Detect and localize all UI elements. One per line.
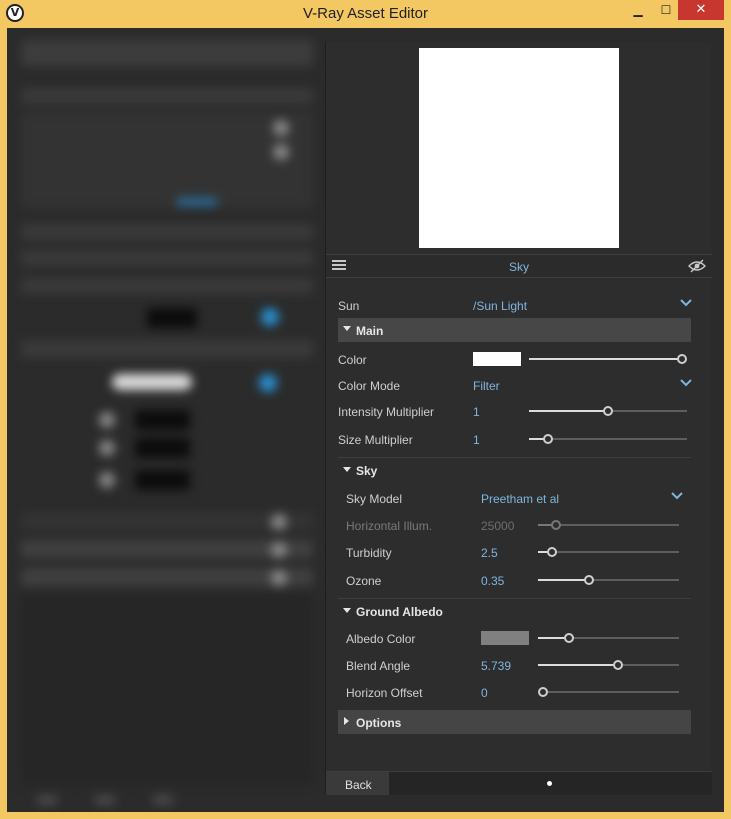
horizontal-illum-label: Horizontal Illum.: [346, 519, 433, 533]
horizon-offset-label: Horizon Offset: [346, 686, 423, 700]
blend-angle-value[interactable]: 5.739: [481, 659, 511, 673]
turbidity-value[interactable]: 2.5: [481, 546, 498, 560]
triangle-right-icon: [344, 717, 349, 725]
turbidity-slider[interactable]: [538, 547, 679, 557]
sky-model-row[interactable]: Sky Model Preetham et al: [346, 488, 696, 508]
slider-knob[interactable]: [538, 687, 548, 697]
section-ground-albedo-title: Ground Albedo: [356, 605, 443, 619]
horizontal-illum-slider: [538, 520, 679, 530]
sky-model-label: Sky Model: [346, 492, 403, 506]
back-button[interactable]: Back: [326, 772, 389, 795]
minimize-button[interactable]: ▁: [627, 0, 649, 20]
panel-title: Sky: [508, 260, 529, 274]
close-button[interactable]: ✕: [678, 0, 724, 20]
color-row: Color: [338, 349, 698, 369]
color-label: Color: [338, 353, 367, 367]
section-ground-albedo[interactable]: Ground Albedo: [338, 598, 691, 620]
slider-knob[interactable]: [583, 575, 594, 585]
color-slider[interactable]: [529, 354, 687, 364]
albedo-color-slider[interactable]: [538, 633, 679, 643]
ozone-label: Ozone: [346, 574, 382, 588]
intensity-slider[interactable]: [529, 406, 687, 416]
panel-header: Sky: [326, 254, 712, 278]
size-slider[interactable]: [529, 434, 687, 444]
horizon-offset-slider[interactable]: [538, 687, 679, 697]
intensity-value[interactable]: 1: [473, 405, 480, 419]
ozone-value[interactable]: 0.35: [481, 574, 504, 588]
slider-knob[interactable]: [564, 633, 575, 643]
section-main[interactable]: Main: [338, 318, 691, 342]
ozone-row: Ozone 0.35: [346, 570, 696, 590]
material-preview: [419, 48, 619, 248]
blurred-asset-list: [7, 28, 325, 812]
panel-footer: Back: [326, 771, 712, 795]
chevron-down-icon[interactable]: [679, 376, 693, 390]
albedo-color-row: Albedo Color: [346, 628, 696, 648]
albedo-color-swatch[interactable]: [481, 631, 529, 645]
color-swatch[interactable]: [473, 352, 521, 366]
section-sky[interactable]: Sky: [338, 457, 691, 479]
slider-knob[interactable]: [547, 547, 558, 557]
horizon-offset-value[interactable]: 0: [481, 686, 488, 700]
eye-hidden-icon[interactable]: [688, 259, 706, 273]
intensity-row: Intensity Multiplier 1: [338, 401, 698, 421]
sun-value[interactable]: /Sun Light: [473, 299, 527, 313]
section-options[interactable]: Options: [338, 710, 691, 734]
section-sky-title: Sky: [356, 464, 378, 478]
window-title: V-Ray Asset Editor: [302, 5, 429, 22]
blend-angle-row: Blend Angle 5.739: [346, 655, 696, 675]
size-value[interactable]: 1: [473, 433, 480, 447]
slider-knob[interactable]: [613, 660, 624, 670]
blend-angle-label: Blend Angle: [346, 659, 411, 673]
triangle-down-icon: [343, 467, 351, 472]
section-options-title: Options: [356, 716, 402, 730]
sky-model-value[interactable]: Preetham et al: [481, 492, 559, 506]
color-mode-value[interactable]: Filter: [473, 379, 500, 393]
chevron-down-icon[interactable]: [679, 296, 693, 310]
slider-knob[interactable]: [542, 434, 553, 444]
size-row: Size Multiplier 1: [338, 429, 698, 449]
intensity-label: Intensity Multiplier: [338, 405, 435, 419]
blend-angle-slider[interactable]: [538, 660, 679, 670]
sun-row[interactable]: Sun /Sun Light: [338, 295, 698, 315]
title-bar: V V-Ray Asset Editor ▁ ☐ ✕: [0, 0, 731, 28]
color-mode-row[interactable]: Color Mode Filter: [338, 375, 698, 395]
slider-knob[interactable]: [603, 406, 613, 416]
page-indicator-dot: [547, 781, 552, 786]
turbidity-label: Turbidity: [346, 546, 392, 560]
size-label: Size Multiplier: [338, 433, 413, 447]
turbidity-row: Turbidity 2.5: [346, 542, 696, 562]
albedo-color-label: Albedo Color: [346, 632, 416, 646]
properties-panel: Sky Sun /Sun Light Main Color Color Mode: [325, 42, 712, 795]
slider-knob[interactable]: [677, 354, 687, 364]
triangle-down-icon: [343, 326, 351, 331]
color-mode-label: Color Mode: [338, 379, 401, 393]
triangle-down-icon: [343, 608, 351, 613]
maximize-button[interactable]: ☐: [655, 0, 677, 20]
window-client-area: Sky Sun /Sun Light Main Color Color Mode: [7, 28, 724, 812]
sun-label: Sun: [338, 299, 360, 313]
horizontal-illum-row: Horizontal Illum. 25000: [346, 515, 696, 535]
slider-knob: [551, 520, 562, 530]
section-main-title: Main: [356, 324, 384, 338]
horizontal-illum-value: 25000: [481, 519, 515, 533]
ozone-slider[interactable]: [538, 575, 679, 585]
chevron-down-icon[interactable]: [670, 489, 684, 503]
horizon-offset-row: Horizon Offset 0: [346, 682, 696, 702]
